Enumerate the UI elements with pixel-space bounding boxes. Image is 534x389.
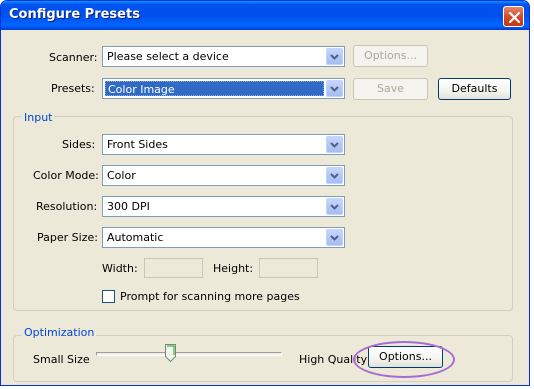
scanner-label: Scanner: [49,51,98,64]
height-field[interactable] [259,258,318,278]
paper-size-dropdown[interactable]: Automatic [102,227,345,248]
presets-dropdown[interactable]: Color Image [102,78,345,99]
close-icon [508,11,521,24]
color-mode-dropdown[interactable]: Color [102,165,345,186]
slider-min-label: Small Size [33,353,90,366]
window-title: Configure Presets [9,7,140,22]
color-mode-value: Color [107,169,136,182]
presets-label: Presets: [51,82,95,95]
input-group-legend: Input [22,111,55,124]
chevron-down-icon [326,229,343,246]
paper-size-label: Paper Size: [37,231,98,244]
sides-label: Sides: [62,138,96,151]
configure-presets-dialog: Configure Presets Scanner: Please select… [0,0,530,386]
scanner-options-button[interactable]: Options... [353,45,428,67]
save-button[interactable]: Save [353,78,428,100]
close-button[interactable] [503,6,524,27]
dialog-body: Scanner: Please select a device Options.… [4,30,526,382]
height-label: Height: [213,262,254,275]
sides-dropdown[interactable]: Front Sides [102,134,345,155]
chevron-down-icon [326,198,343,215]
prompt-more-pages-label[interactable]: Prompt for scanning more pages [120,290,300,304]
color-mode-label: Color Mode: [33,169,99,182]
title-bar: Configure Presets [1,1,529,30]
quality-slider-thumb[interactable] [164,344,176,363]
presets-value: Color Image [108,83,175,96]
sides-value: Front Sides [107,138,168,151]
quality-slider-track[interactable] [96,352,282,356]
width-field[interactable] [144,258,203,278]
chevron-down-icon [326,80,343,97]
scanner-dropdown[interactable]: Please select a device [102,46,345,67]
prompt-more-pages-checkbox[interactable] [102,290,115,303]
highlight-ring [353,341,455,378]
resolution-value: 300 DPI [107,200,150,213]
width-label: Width: [102,262,138,275]
resolution-label: Resolution: [36,200,98,213]
optimization-group-legend: Optimization [22,326,97,339]
chevron-down-icon [326,167,343,184]
resolution-dropdown[interactable]: 300 DPI [102,196,345,217]
defaults-button[interactable]: Defaults [438,78,511,100]
scanner-value: Please select a device [107,50,229,63]
chevron-down-icon [326,136,343,153]
chevron-down-icon [326,48,343,65]
paper-size-value: Automatic [107,231,164,244]
